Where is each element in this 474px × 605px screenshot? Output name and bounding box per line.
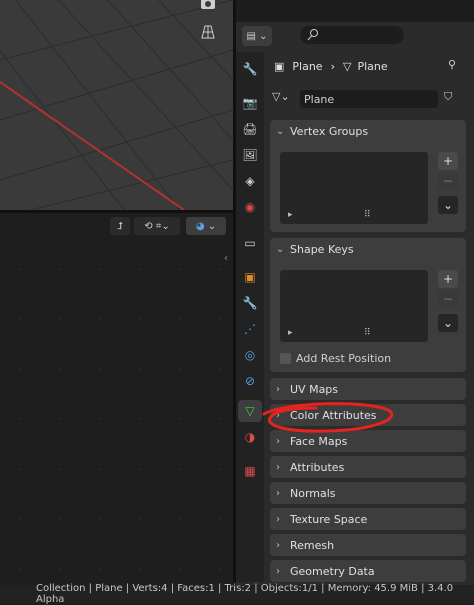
editor-type-button[interactable]: ▤ ⌄ bbox=[242, 26, 272, 46]
breadcrumb-mesh: Plane bbox=[357, 59, 388, 73]
camera-icon[interactable] bbox=[200, 0, 226, 18]
chevron-right-icon: › bbox=[276, 461, 280, 473]
normals-panel[interactable]: › Normals bbox=[270, 482, 466, 504]
mesh-data-browse[interactable]: ▽⌄ bbox=[272, 90, 290, 103]
vertex-group-specials-button[interactable]: ⌄ bbox=[438, 196, 458, 214]
object-icon: ▣ bbox=[274, 59, 285, 73]
proportional-icon[interactable]: ⟲ ⌗⌄ bbox=[134, 217, 180, 235]
chevron-right-icon: › bbox=[276, 383, 280, 395]
properties-tabs: 🔧 📷 🖨 🖼 ◈ ◉ ▭ ▣ 🔧 ⋰ ◎ ⊘ ▽ ◑ ▦ bbox=[236, 52, 264, 582]
properties-editor: ▤ ⌄ 🔧 📷 🖨 🖼 ◈ ◉ ▭ ▣ 🔧 ⋰ ◎ ⊘ ▽ ◑ ▦ ▣ Plan… bbox=[236, 22, 474, 585]
texture-space-panel[interactable]: › Texture Space bbox=[270, 508, 466, 530]
properties-content: ▣ Plane › ▽ Plane ⚲ ▽⌄ Plane ⛉ ⌄ Vertex … bbox=[264, 52, 474, 585]
add-rest-position-label: Add Rest Position bbox=[296, 352, 392, 365]
grip-icon[interactable]: ⠿ bbox=[364, 328, 371, 338]
texture-icon[interactable]: ▦ bbox=[238, 460, 262, 482]
particles-icon[interactable]: ⋰ bbox=[238, 318, 262, 340]
add-shape-key-button[interactable]: + bbox=[438, 270, 458, 288]
shape-keys-list[interactable]: ▸ ⠿ bbox=[280, 270, 428, 342]
scene-icon[interactable]: ◈ bbox=[238, 170, 262, 192]
breadcrumb-object: Plane bbox=[292, 59, 323, 73]
view-layer-icon[interactable]: 🖼 bbox=[238, 144, 262, 166]
attributes-panel[interactable]: › Attributes bbox=[270, 456, 466, 478]
editor-type-icon: ▤ bbox=[246, 30, 256, 42]
breadcrumb: ▣ Plane › ▽ Plane bbox=[274, 58, 388, 74]
annotation-circle bbox=[262, 402, 394, 433]
chevron-right-icon: › bbox=[276, 487, 280, 499]
remove-vertex-group-button[interactable]: − bbox=[438, 172, 458, 190]
search-input[interactable] bbox=[300, 26, 404, 44]
shape-keys-header[interactable]: ⌄ Shape Keys bbox=[270, 238, 466, 260]
world-icon[interactable]: ◉ bbox=[238, 196, 262, 218]
chevron-right-icon: › bbox=[276, 539, 280, 551]
status-bar: Collection | Plane | Verts:4 | Faces:1 |… bbox=[0, 583, 474, 605]
chevron-right-icon: › bbox=[276, 435, 280, 447]
triangle-icon: ▸ bbox=[288, 210, 293, 220]
chevron-right-icon: › bbox=[276, 513, 280, 525]
grip-icon[interactable]: ⠿ bbox=[364, 210, 371, 220]
shape-keys-panel: ⌄ Shape Keys ▸ ⠿ + − ⌄ Add Rest Position bbox=[270, 238, 466, 372]
properties-header: ▤ ⌄ bbox=[236, 22, 474, 50]
3d-viewport[interactable] bbox=[0, 0, 233, 210]
lower-editor[interactable]: ⮥ ⟲ ⌗⌄ ◕ ⌄ ‹ bbox=[0, 213, 233, 585]
add-rest-position-checkbox[interactable] bbox=[280, 353, 291, 364]
lower-header: ⮥ ⟲ ⌗⌄ ◕ ⌄ bbox=[0, 213, 233, 239]
modifier-icon[interactable]: 🔧 bbox=[238, 292, 262, 314]
sidebar-toggle-icon[interactable]: ‹ bbox=[224, 253, 228, 264]
vertex-groups-list[interactable]: ▸ ⠿ bbox=[280, 152, 428, 224]
physics-icon[interactable]: ◎ bbox=[238, 344, 262, 366]
search-icon bbox=[307, 29, 318, 41]
object-icon[interactable]: ▣ bbox=[238, 266, 262, 288]
vertex-groups-panel: ⌄ Vertex Groups ▸ ⠿ + − ⌄ bbox=[270, 120, 466, 232]
chevron-down-icon: ⌄ bbox=[276, 125, 285, 137]
breadcrumb-separator: › bbox=[330, 59, 335, 73]
vertex-groups-header[interactable]: ⌄ Vertex Groups bbox=[270, 120, 466, 142]
remesh-panel[interactable]: › Remesh bbox=[270, 534, 466, 556]
render-icon[interactable]: 📷 bbox=[238, 92, 262, 114]
geometry-data-panel[interactable]: › Geometry Data bbox=[270, 560, 466, 582]
chevron-down-icon: ⌄ bbox=[259, 30, 268, 42]
constraints-icon[interactable]: ⊘ bbox=[238, 370, 262, 392]
chevron-right-icon: › bbox=[276, 565, 280, 577]
mesh-icon: ▽ bbox=[342, 59, 352, 73]
remove-shape-key-button[interactable]: − bbox=[438, 290, 458, 308]
collection-icon[interactable]: ▭ bbox=[238, 232, 262, 254]
pin-icon[interactable]: ⚲ bbox=[448, 58, 456, 71]
output-icon[interactable]: 🖨 bbox=[238, 118, 262, 140]
tool-icon[interactable]: 🔧 bbox=[238, 58, 262, 80]
mesh-name-field[interactable]: Plane bbox=[300, 90, 438, 108]
uv-maps-panel[interactable]: › UV Maps bbox=[270, 378, 466, 400]
shape-key-specials-button[interactable]: ⌄ bbox=[438, 314, 458, 332]
overlay-icon[interactable]: ◕ ⌄ bbox=[186, 217, 226, 235]
triangle-icon: ▸ bbox=[288, 328, 293, 338]
dot-grid bbox=[19, 268, 221, 570]
status-text: Collection | Plane | Verts:4 | Faces:1 |… bbox=[36, 583, 454, 605]
chevron-down-icon: ⌄ bbox=[276, 243, 285, 255]
add-vertex-group-button[interactable]: + bbox=[438, 152, 458, 170]
mesh-name: Plane bbox=[304, 92, 335, 106]
x-axis-line bbox=[0, 81, 185, 210]
add-rest-position-row[interactable]: Add Rest Position bbox=[280, 352, 391, 365]
grid-icon[interactable] bbox=[200, 24, 226, 46]
snap-icon[interactable]: ⮥ bbox=[110, 217, 130, 235]
fake-user-icon[interactable]: ⛉ bbox=[444, 90, 460, 108]
